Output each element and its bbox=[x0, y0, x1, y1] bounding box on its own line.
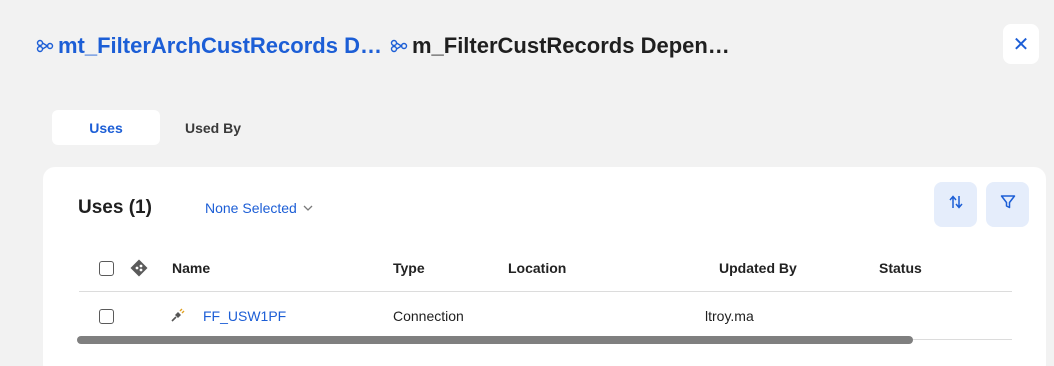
filter-button[interactable] bbox=[986, 182, 1029, 227]
table-row[interactable]: FF_USW1PF Connection ltroy.ma bbox=[79, 292, 1012, 340]
panel-title: Uses (1) bbox=[78, 197, 152, 218]
horizontal-scrollbar[interactable] bbox=[77, 336, 913, 344]
column-header-status[interactable]: Status bbox=[879, 244, 922, 292]
sort-arrows-icon bbox=[948, 194, 964, 215]
selection-dropdown[interactable]: None Selected bbox=[205, 200, 313, 216]
table-header-row: Name Type Location Updated By Status bbox=[79, 244, 1012, 292]
column-header-type[interactable]: Type bbox=[393, 244, 425, 292]
funnel-icon bbox=[1000, 194, 1016, 215]
selection-dropdown-value: None Selected bbox=[205, 200, 297, 216]
sort-button[interactable] bbox=[934, 182, 977, 227]
tab-bar: Uses Used By bbox=[52, 110, 264, 145]
chevron-down-icon bbox=[303, 202, 313, 214]
page-title: m_FilterCustRecords Depen… bbox=[411, 33, 730, 58]
dependency-breadcrumb: mt_FilterArchCustRecords D… m_FilterCust… bbox=[36, 30, 994, 62]
git-icon bbox=[130, 244, 148, 292]
row-updated-by: ltroy.ma bbox=[705, 308, 754, 324]
column-header-updated-by[interactable]: Updated By bbox=[719, 244, 797, 292]
select-all-checkbox[interactable] bbox=[99, 261, 114, 276]
breadcrumb-parent-link[interactable]: mt_FilterArchCustRecords D… bbox=[58, 33, 382, 59]
row-name-link[interactable]: FF_USW1PF bbox=[203, 292, 286, 340]
uses-panel: Uses (1) None Selected Name Type Locatio… bbox=[43, 167, 1046, 366]
mapping-icon bbox=[36, 39, 54, 53]
tab-used-by[interactable]: Used By bbox=[162, 110, 264, 145]
connection-plug-icon bbox=[169, 292, 185, 340]
column-header-location[interactable]: Location bbox=[508, 244, 566, 292]
row-checkbox[interactable] bbox=[99, 309, 114, 324]
column-header-name[interactable]: Name bbox=[172, 244, 210, 292]
row-type: Connection bbox=[393, 308, 464, 324]
mapping-icon bbox=[390, 39, 408, 53]
tab-uses[interactable]: Uses bbox=[52, 110, 160, 145]
close-button[interactable]: ✕ bbox=[1003, 24, 1039, 64]
close-icon[interactable]: ✕ bbox=[1013, 32, 1030, 57]
